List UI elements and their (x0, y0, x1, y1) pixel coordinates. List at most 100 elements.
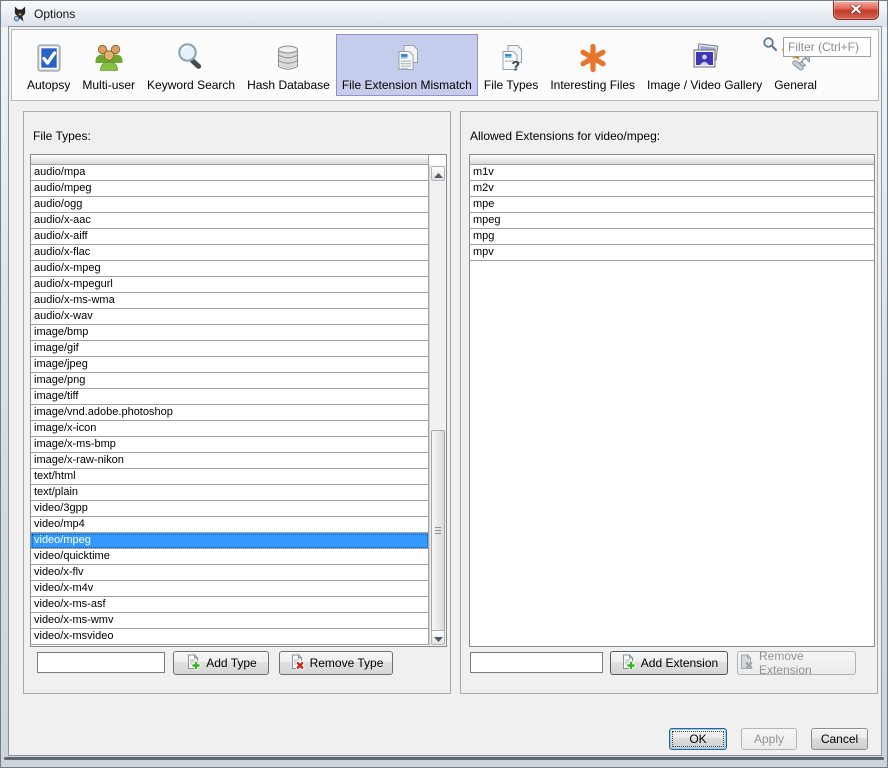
toolbar-item-label: File Extension Mismatch (342, 78, 472, 92)
toolbar-item-label: Interesting Files (550, 78, 635, 92)
remove-extension-button[interactable]: Remove Extension (737, 651, 856, 675)
ok-button[interactable]: OK (669, 728, 727, 750)
remove-document-icon (738, 654, 754, 673)
options-window: Options Autopsy (0, 0, 888, 768)
search-icon (762, 36, 778, 57)
list-item[interactable]: video/mp4 (31, 517, 429, 533)
new-type-input[interactable] (37, 652, 165, 673)
list-item[interactable]: audio/x-flac (31, 245, 429, 261)
toolbar-item-multi-user[interactable]: Multi-user (76, 34, 141, 96)
list-item[interactable]: audio/x-mpegurl (31, 277, 429, 293)
list-item[interactable]: audio/mpeg (31, 181, 429, 197)
toolbar-item-label: File Types (484, 78, 538, 92)
list-item[interactable]: text/html (31, 469, 429, 485)
list-item[interactable]: audio/mpa (31, 165, 429, 181)
remove-document-icon (289, 654, 305, 673)
remove-type-label: Remove Type (310, 656, 384, 670)
list-item[interactable]: mpe (470, 197, 874, 213)
list-item[interactable]: image/jpeg (31, 357, 429, 373)
table-header (31, 155, 429, 165)
file-types-table: audio/mpaaudio/mpegaudio/oggaudio/x-aaca… (30, 154, 447, 647)
close-button[interactable] (833, 1, 879, 20)
list-item[interactable]: audio/ogg (31, 197, 429, 213)
list-item[interactable]: video/x-m4v (31, 581, 429, 597)
new-extension-input[interactable] (470, 652, 603, 673)
list-item[interactable]: text/plain (31, 485, 429, 501)
file-types-label: File Types: (33, 129, 91, 143)
list-item[interactable]: video/x-ms-asf (31, 597, 429, 613)
image-video-gallery-icon (689, 42, 721, 74)
add-extension-button[interactable]: Add Extension (610, 651, 728, 675)
filter-box (762, 36, 871, 57)
scroll-up-button[interactable] (431, 166, 445, 181)
filter-input[interactable] (783, 37, 871, 57)
list-item[interactable]: audio/x-wav (31, 309, 429, 325)
list-item[interactable]: audio/x-mpeg (31, 261, 429, 277)
list-item[interactable]: image/x-ms-bmp (31, 437, 429, 453)
multi-user-icon (93, 42, 125, 74)
title-bar[interactable]: Options (1, 1, 887, 27)
list-item[interactable]: mpeg (470, 213, 874, 229)
interesting-files-icon (577, 42, 609, 74)
list-item[interactable]: audio/x-aac (31, 213, 429, 229)
toolbar-item-image-video-gallery[interactable]: Image / Video Gallery (641, 34, 768, 96)
apply-button[interactable]: Apply (741, 728, 797, 750)
list-item[interactable]: image/vnd.adobe.photoshop (31, 405, 429, 421)
list-item[interactable]: video/mpeg (31, 533, 429, 549)
toolbar-item-label: Image / Video Gallery (647, 78, 762, 92)
toolbar-item-hash-database[interactable]: Hash Database (241, 34, 336, 96)
list-item[interactable]: video/3gpp (31, 501, 429, 517)
list-item[interactable]: video/x-flv (31, 565, 429, 581)
scrollbar-thumb[interactable] (431, 430, 445, 632)
list-item[interactable]: mpg (470, 229, 874, 245)
toolbar-item-autopsy[interactable]: Autopsy (21, 34, 76, 96)
file-types-panel: File Types: audio/mpaaudio/mpegaudio/ogg… (23, 111, 451, 694)
vertical-scrollbar[interactable] (429, 165, 446, 646)
extensions-table: m1vm2vmpempegmpgmpv (469, 154, 875, 647)
dialog-client-area: Autopsy Multi-user (8, 26, 882, 756)
toolbar-item-file-types[interactable]: ? File Types (478, 34, 544, 96)
list-item[interactable]: image/x-icon (31, 421, 429, 437)
list-item[interactable]: video/x-ms-wmv (31, 613, 429, 629)
list-item[interactable]: video/x-msvideo (31, 629, 429, 645)
arrow-up-icon (434, 165, 443, 183)
close-icon (850, 1, 862, 19)
scroll-down-button[interactable] (431, 630, 445, 645)
toolbar-item-keyword-search[interactable]: Keyword Search (141, 34, 241, 96)
cancel-button[interactable]: Cancel (811, 728, 868, 750)
add-document-icon (185, 654, 201, 673)
options-toolbar: Autopsy Multi-user (11, 29, 879, 101)
remove-type-button[interactable]: Remove Type (279, 651, 393, 675)
autopsy-icon (33, 42, 65, 74)
list-item[interactable]: image/tiff (31, 389, 429, 405)
list-item[interactable]: image/x-raw-nikon (31, 453, 429, 469)
keyword-search-icon (175, 42, 207, 74)
add-extension-label: Add Extension (641, 656, 718, 670)
list-item[interactable]: image/bmp (31, 325, 429, 341)
toolbar-item-label: Multi-user (82, 78, 135, 92)
file-extension-mismatch-icon (391, 42, 423, 74)
list-item[interactable]: m1v (470, 165, 874, 181)
list-item[interactable]: image/gif (31, 341, 429, 357)
window-frame-edge (4, 757, 884, 760)
allowed-extensions-label: Allowed Extensions for video/mpeg: (470, 129, 660, 143)
toolbar-item-interesting-files[interactable]: Interesting Files (544, 34, 641, 96)
list-item[interactable]: video/quicktime (31, 549, 429, 565)
add-type-label: Add Type (206, 656, 256, 670)
list-item[interactable]: audio/x-ms-wma (31, 293, 429, 309)
list-item[interactable]: image/png (31, 373, 429, 389)
list-item[interactable]: audio/x-aiff (31, 229, 429, 245)
add-type-button[interactable]: Add Type (173, 651, 269, 675)
autopsy-dog-icon (11, 5, 29, 23)
toolbar-item-file-extension-mismatch[interactable]: File Extension Mismatch (336, 34, 478, 96)
extensions-list: m1vm2vmpempegmpgmpv (470, 165, 874, 261)
hash-database-icon (272, 42, 304, 74)
arrow-down-icon (434, 629, 443, 647)
toolbar-item-label: Hash Database (247, 78, 330, 92)
file-types-icon: ? (495, 42, 527, 74)
list-item[interactable]: m2v (470, 181, 874, 197)
allowed-extensions-panel: Allowed Extensions for video/mpeg: m1vm2… (460, 111, 878, 694)
file-types-list: audio/mpaaudio/mpegaudio/oggaudio/x-aaca… (31, 165, 446, 645)
list-item[interactable]: mpv (470, 245, 874, 261)
table-header (470, 155, 874, 165)
